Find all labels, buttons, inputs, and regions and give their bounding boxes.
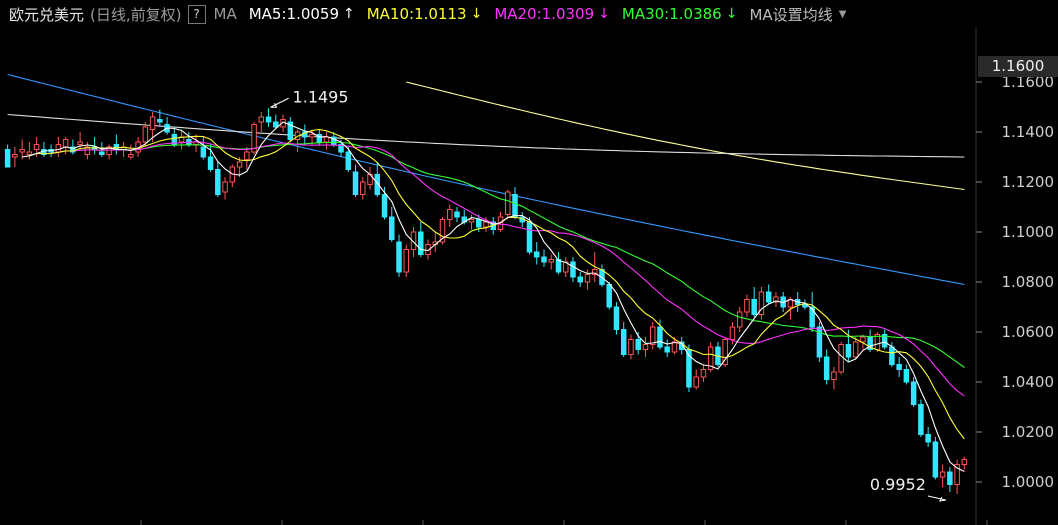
candle-body [548,259,554,263]
candle-body [628,339,634,355]
candle-body [613,306,620,330]
y-tick-label: 1.0200 [1002,423,1055,441]
candle-body [947,471,953,485]
candle-body [526,221,533,253]
candle-body [468,219,475,223]
candle-body [606,284,612,308]
candle-body [635,339,641,350]
candle-body [961,459,968,465]
candle-body [736,311,743,328]
candle-body [729,326,736,340]
candlestick-chart[interactable]: 1.1600 1.1400 1.1200 1.1000 1.0800 1.0600 1.04… [0,0,1058,525]
candle-body [620,329,627,355]
current-price-label: 1.1600 [978,56,1058,77]
candle-body [838,344,844,373]
candle-body [200,146,207,158]
candle-body [896,364,902,370]
candle-body [577,276,583,283]
y-tick-label: 1.1200 [1002,173,1055,191]
candle-body [236,161,243,168]
candle-body [4,149,11,168]
candle-body [932,441,939,478]
candle-body [128,154,134,158]
candle-body [396,241,402,273]
ma5-line [22,121,965,472]
candle-body [541,256,547,263]
candle-body [751,299,757,315]
candle-body [483,221,489,228]
candle-body [852,341,859,358]
high-annotation-label: 1.1495 [293,87,349,106]
candle-body [207,156,214,170]
low-annotation-arrow [927,495,946,501]
high-annotation-arrow [270,97,289,108]
candle-body [26,151,33,155]
low-annotation-label: 0.9952 [870,475,926,494]
candle-body [903,369,910,383]
candle-body [512,194,518,218]
candle-body [642,344,649,350]
candle-body [657,326,663,348]
candle-body [504,191,511,215]
candle-body [533,251,540,258]
ma30-line [80,141,965,368]
candle-body [889,346,895,365]
candle-body [265,116,272,123]
candle-body [823,356,830,380]
candle-body [62,139,69,148]
candle-body [671,341,678,353]
y-tick-label: 1.1000 [1002,223,1055,241]
candle-body [860,336,866,343]
candle-body [918,404,924,435]
candle-body [157,119,163,123]
candle-body [222,181,228,193]
candle-body [476,219,482,228]
y-tick-label: 1.0000 [1002,473,1055,491]
candle-body [403,249,410,273]
candle-body [664,346,670,353]
y-tick-label: 1.1400 [1002,123,1055,141]
candle-body [323,136,330,143]
candle-body [939,471,946,478]
candle-body [12,154,18,158]
candle-body [99,151,105,155]
candle-body [33,144,40,150]
candle-body [765,291,772,303]
candle-body [925,434,931,443]
y-tick-label: 1.0600 [1002,323,1055,341]
candle-body [345,151,352,170]
candle-body [570,261,576,278]
candle-body [831,371,837,380]
candle-body [418,231,424,255]
candle-body [19,149,25,153]
candle-body [454,211,460,218]
candle-body [55,144,62,153]
y-tick-label: 1.0400 [1002,373,1055,391]
candle-body [447,209,453,220]
ma250-line [406,81,965,191]
candle-body [845,344,852,358]
candle-body [142,126,149,143]
candle-body [700,369,707,378]
candle-body [381,194,388,218]
candle-body [352,171,359,195]
candle-body [309,134,315,138]
ma120-line [7,73,965,286]
candle-body [693,376,699,388]
candle-body [389,216,395,240]
candle-body [360,181,366,195]
candle-body [809,306,815,328]
candle-body [244,151,250,160]
candle-body [215,169,221,195]
candle-body [77,141,83,145]
candle-body [258,116,265,123]
candle-body [744,299,750,313]
candle-body [649,326,656,345]
candle-body [273,121,279,128]
candle-body [584,274,591,283]
candle-body [910,381,917,405]
ma10-line [29,128,965,440]
y-tick-label: 1.0800 [1002,273,1055,291]
candle-body [149,116,156,130]
